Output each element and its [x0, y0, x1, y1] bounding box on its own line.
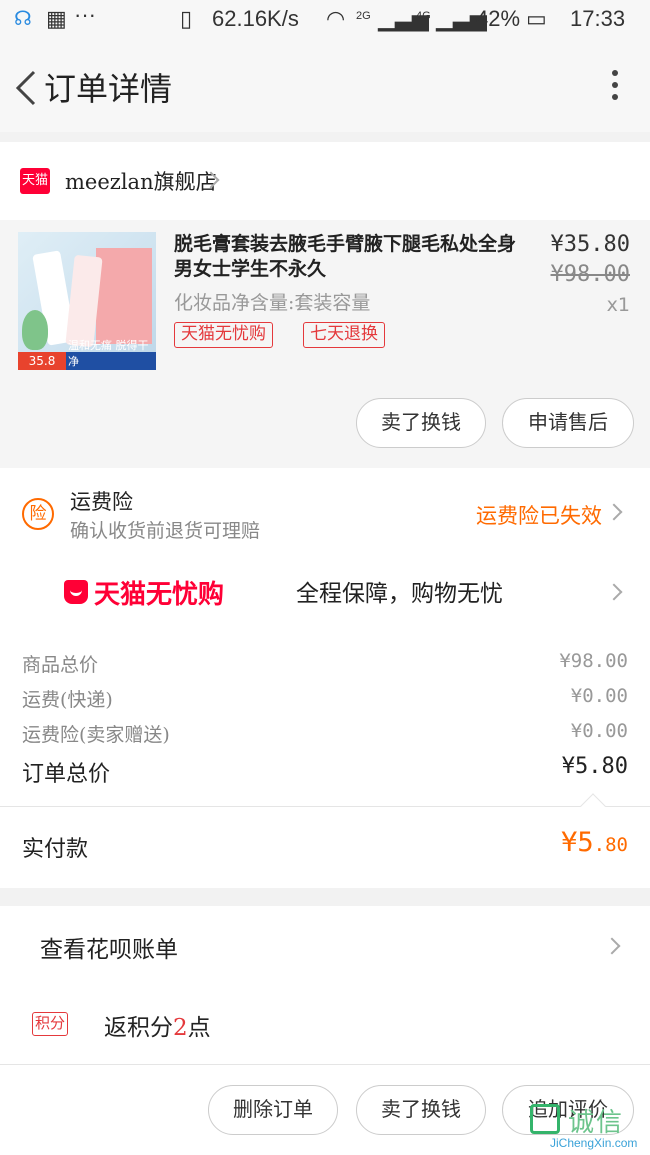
paid-label: 实付款: [22, 837, 89, 862]
chevron-right-icon: [605, 583, 623, 601]
paid-currency: ¥: [561, 827, 578, 858]
watermark-en: JiChengXin.com: [550, 1136, 638, 1150]
tmall-worry-free-logo: 天猫无忧购: [64, 574, 224, 610]
network-2g-label: 2G: [356, 10, 371, 22]
shipping-insurance-row[interactable]: 险 运费险 确认收货前退货可理赔 运费险已失效: [0, 468, 650, 556]
shipping-value: ¥0.00: [570, 685, 628, 707]
notification-icon: ☊: [14, 8, 32, 30]
points-suffix: 点: [187, 1015, 211, 1041]
product-image[interactable]: 35.8 温和无痛 脱得干净: [18, 232, 156, 370]
paid-value: ¥5.80: [561, 827, 628, 858]
sell-button-bottom[interactable]: 卖了换钱: [356, 1085, 486, 1135]
more-options-icon[interactable]: [610, 70, 620, 106]
guarantee-row[interactable]: 天猫无忧购 全程保障，购物无忧: [0, 556, 650, 632]
insurance-fee-label: 运费险(卖家赠送): [22, 724, 170, 746]
huabei-label[interactable]: 查看花呗账单: [40, 930, 178, 964]
insurance-icon: 险: [22, 498, 54, 530]
clock: 17:33: [570, 6, 626, 31]
network-speed: 62.16K/s: [212, 6, 299, 31]
tag-seven-day-return: 七天退换: [303, 322, 385, 348]
points-prefix: 返积分: [104, 1015, 173, 1041]
chevron-right-icon: [605, 503, 623, 521]
points-row: 积分 返积分2点: [0, 986, 650, 1064]
product-original-price: ¥98.00: [550, 262, 630, 287]
sell-button[interactable]: 卖了换钱: [356, 398, 486, 448]
wifi-icon: ◠: [326, 6, 346, 31]
tmall-icon: 天猫: [20, 168, 50, 194]
shop-row[interactable]: 天猫 meezlan旗舰店: [0, 142, 650, 220]
insurance-fee-value: ¥0.00: [570, 720, 628, 742]
points-text: 返积分2点: [104, 1008, 211, 1042]
status-bar: ☊ ▦ ··· ▯ 62.16K/s ◠ 2G ▁▃▅ 4G ▁▃▅ 42% ▭…: [0, 0, 650, 44]
insurance-status[interactable]: 运费险已失效: [476, 500, 602, 530]
product-spec: 化妆品净含量:套装容量: [174, 292, 371, 314]
battery-icon: ▭: [526, 6, 547, 31]
shopping-bag-icon: [64, 580, 88, 604]
watermark: 诚信 JiChengXin.com: [526, 1102, 646, 1154]
huabei-bill-row[interactable]: 查看花呗账单: [0, 906, 650, 986]
paid-integer: 5: [577, 827, 594, 858]
goods-total-value: ¥98.00: [559, 650, 628, 672]
nav-bar: 订单详情: [0, 44, 650, 132]
more-notifications-icon: ···: [74, 2, 96, 27]
network-4g-label: 4G: [416, 10, 431, 22]
after-sale-button[interactable]: 申请售后: [502, 398, 634, 448]
product-title[interactable]: 脱毛膏套装去腋毛手臂腋下腿毛私处全身男女士学生不永久: [174, 232, 524, 282]
watermark-cn: 诚信: [568, 1108, 625, 1138]
tag-tmall-worry-free: 天猫无忧购: [174, 322, 273, 348]
order-total-label: 订单总价: [22, 762, 111, 787]
guarantee-logo-text: 天猫无忧购: [94, 579, 225, 610]
shop-name[interactable]: meezlan旗舰店: [65, 166, 217, 196]
delete-order-button[interactable]: 删除订单: [208, 1085, 338, 1135]
chevron-right-icon: [603, 937, 621, 955]
app-grid-icon: ▦: [46, 6, 67, 31]
paid-amount-row: 实付款 ¥5.80: [0, 793, 650, 888]
thumb-price: 35.8: [18, 352, 66, 370]
product-price: ¥35.80: [550, 232, 630, 257]
product-item[interactable]: 35.8 温和无痛 脱得干净 脱毛膏套装去腋毛手臂腋下腿毛私处全身男女士学生不永…: [0, 220, 650, 468]
order-total-value: ¥5.80: [561, 754, 628, 779]
insurance-title: 运费险: [70, 490, 133, 514]
product-quantity: x1: [606, 294, 630, 316]
back-arrow-icon[interactable]: [12, 66, 42, 110]
price-summary: 商品总价 ¥98.00 运费(快递) ¥0.00 运费险(卖家赠送) ¥0.00…: [0, 632, 650, 806]
shipping-label: 运费(快递): [22, 689, 113, 711]
goods-total-label: 商品总价: [22, 654, 99, 676]
points-count: 2: [173, 1015, 188, 1041]
watermark-logo-icon: [530, 1104, 560, 1134]
points-tag: 积分: [32, 1012, 69, 1036]
paid-decimal: .80: [593, 834, 628, 856]
insurance-subtitle: 确认收货前退货可理赔: [70, 520, 261, 542]
battery-percent: 42%: [476, 6, 521, 31]
page-title: 订单详情: [44, 70, 173, 108]
vibrate-icon: ▯: [180, 6, 193, 31]
thumb-slogan: 温和无痛 脱得干净: [68, 339, 149, 368]
guarantee-text: 全程保障，购物无忧: [296, 581, 503, 607]
